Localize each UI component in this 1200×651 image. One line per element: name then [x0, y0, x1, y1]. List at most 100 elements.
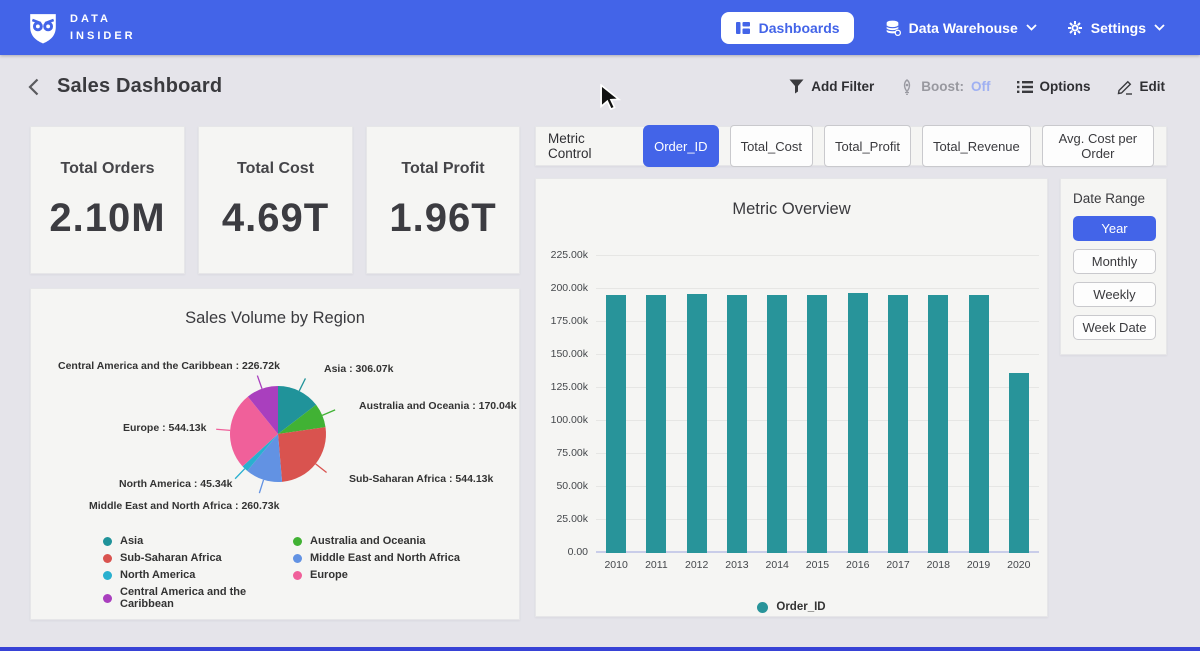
settings-menu[interactable]: Settings: [1067, 20, 1165, 36]
page-title: Sales Dashboard: [57, 75, 222, 98]
date-range-buttons: Year Monthly Weekly Week Date: [1073, 216, 1154, 340]
date-range-label: Date Range: [1073, 191, 1154, 206]
legend-label: Sub-Saharan Africa: [120, 552, 222, 564]
edit-button[interactable]: Edit: [1117, 79, 1166, 95]
pie-callout-line: [257, 376, 262, 389]
bar-2019[interactable]: [969, 295, 989, 553]
bar-2015[interactable]: [807, 295, 827, 553]
pie-callout-line: [322, 410, 335, 415]
legend-label: Central America and the Caribbean: [120, 586, 273, 610]
pie-callout-line: [299, 378, 305, 391]
dashboards-label: Dashboards: [759, 20, 840, 36]
y-axis-tick: 125.00k: [538, 381, 588, 393]
database-icon: [884, 19, 901, 36]
boost-label: Boost:: [921, 79, 964, 94]
legend-dot: [293, 571, 302, 580]
pie-label-middle-east-north-africa: Middle East and North Africa : 260.73k: [89, 500, 279, 512]
y-axis-tick: 0.00: [538, 546, 588, 558]
y-axis-tick: 100.00k: [538, 414, 588, 426]
legend-label: Order_ID: [776, 601, 825, 613]
bars-container: [596, 256, 1039, 553]
pie-label-asia: Asia : 306.07k: [324, 363, 393, 375]
kpi-value: 4.69T: [222, 196, 329, 241]
boost-toggle[interactable]: Boost: Off: [900, 79, 990, 95]
boost-state: Off: [971, 79, 991, 94]
bar-slot: [838, 256, 878, 553]
pie-chart-title: Sales Volume by Region: [31, 309, 519, 328]
kpi-label: Total Profit: [401, 160, 484, 178]
x-axis-tick: 2010: [596, 559, 636, 573]
legend-dot: [293, 554, 302, 563]
dashboard-toolbar: Sales Dashboard Add Filter Boost: Off: [0, 55, 1200, 118]
add-filter-button[interactable]: Add Filter: [789, 79, 874, 94]
options-button[interactable]: Options: [1017, 79, 1091, 94]
metric-button-total-revenue[interactable]: Total_Revenue: [922, 125, 1031, 167]
pie-label-sub-saharan-africa: Sub-Saharan Africa : 544.13k: [349, 473, 493, 485]
date-button-week-date[interactable]: Week Date: [1073, 315, 1156, 340]
legend-label: North America: [120, 569, 195, 581]
edit-pencil-icon: [1117, 79, 1133, 95]
kpi-value: 1.96T: [389, 196, 496, 241]
bar-slot: [677, 256, 717, 553]
options-label: Options: [1040, 79, 1091, 94]
legend-item-sub-saharan-africa: Sub-Saharan Africa: [103, 552, 273, 564]
bar-2016[interactable]: [848, 293, 868, 553]
legend-label: Asia: [120, 535, 143, 547]
x-axis-tick: 2017: [878, 559, 918, 573]
bar-2012[interactable]: [687, 294, 707, 554]
y-axis-tick: 150.00k: [538, 348, 588, 360]
metric-control-bar: Metric Control Order_ID Total_Cost Total_P…: [535, 126, 1167, 166]
y-axis-tick: 75.00k: [538, 447, 588, 459]
pie-chart: [213, 369, 343, 499]
metric-button-total-cost[interactable]: Total_Cost: [730, 125, 813, 167]
legend-item-middle-east-and-north-africa: Middle East and North Africa: [293, 552, 460, 564]
bar-2014[interactable]: [767, 295, 787, 553]
pie-slice-sub-saharan-africa[interactable]: [278, 427, 326, 482]
x-axis-tick: 2016: [838, 559, 878, 573]
pie-callout-line: [316, 464, 327, 473]
x-axis-tick: 2019: [958, 559, 998, 573]
bar-2020[interactable]: [1009, 373, 1029, 553]
brand: DATA INSIDER: [28, 11, 136, 44]
boost-rocket-icon: [900, 79, 914, 95]
back-button[interactable]: [28, 78, 39, 96]
legend-dot: [103, 537, 112, 546]
bar-2010[interactable]: [606, 295, 626, 553]
edit-label: Edit: [1140, 79, 1166, 94]
legend-item-north-america: North America: [103, 569, 273, 581]
bar-2013[interactable]: [727, 295, 747, 553]
sales-volume-card: Sales Volume by Region Asia : 306.07k Au…: [30, 288, 520, 620]
x-axis-tick: 2020: [999, 559, 1039, 573]
bar-chart-title: Metric Overview: [536, 200, 1047, 219]
bar-slot: [596, 256, 636, 553]
legend-item-europe: Europe: [293, 569, 460, 581]
bar-2011[interactable]: [646, 295, 666, 553]
bar-slot: [797, 256, 837, 553]
date-button-weekly[interactable]: Weekly: [1073, 282, 1156, 307]
data-warehouse-menu[interactable]: Data Warehouse: [884, 19, 1037, 36]
bar-slot: [958, 256, 998, 553]
brand-line1: DATA: [70, 11, 136, 28]
metric-button-total-profit[interactable]: Total_Profit: [824, 125, 911, 167]
bottom-strip: [0, 647, 1200, 651]
y-axis-tick: 175.00k: [538, 315, 588, 327]
x-axis-tick: 2014: [757, 559, 797, 573]
filter-funnel-icon: [789, 79, 804, 94]
legend-dot: [293, 537, 302, 546]
metric-button-avg-cost-per-order[interactable]: Avg. Cost per Order: [1042, 125, 1154, 167]
date-button-year[interactable]: Year: [1073, 216, 1156, 241]
kpi-card-total-orders: Total Orders 2.10M: [30, 126, 185, 274]
dashboards-button[interactable]: Dashboards: [721, 12, 854, 44]
bar-slot: [878, 256, 918, 553]
metric-control-label: Metric Control: [548, 131, 628, 161]
y-axis-tick: 225.00k: [538, 249, 588, 261]
pie-callout-line: [235, 469, 245, 479]
bar-slot: [999, 256, 1039, 553]
bar-2017[interactable]: [888, 295, 908, 553]
metric-button-order-id[interactable]: Order_ID: [643, 125, 718, 167]
date-button-monthly[interactable]: Monthly: [1073, 249, 1156, 274]
pie-callout-line: [259, 480, 263, 493]
bar-2018[interactable]: [928, 295, 948, 553]
legend-dot: [757, 602, 768, 613]
legend-dot: [103, 571, 112, 580]
